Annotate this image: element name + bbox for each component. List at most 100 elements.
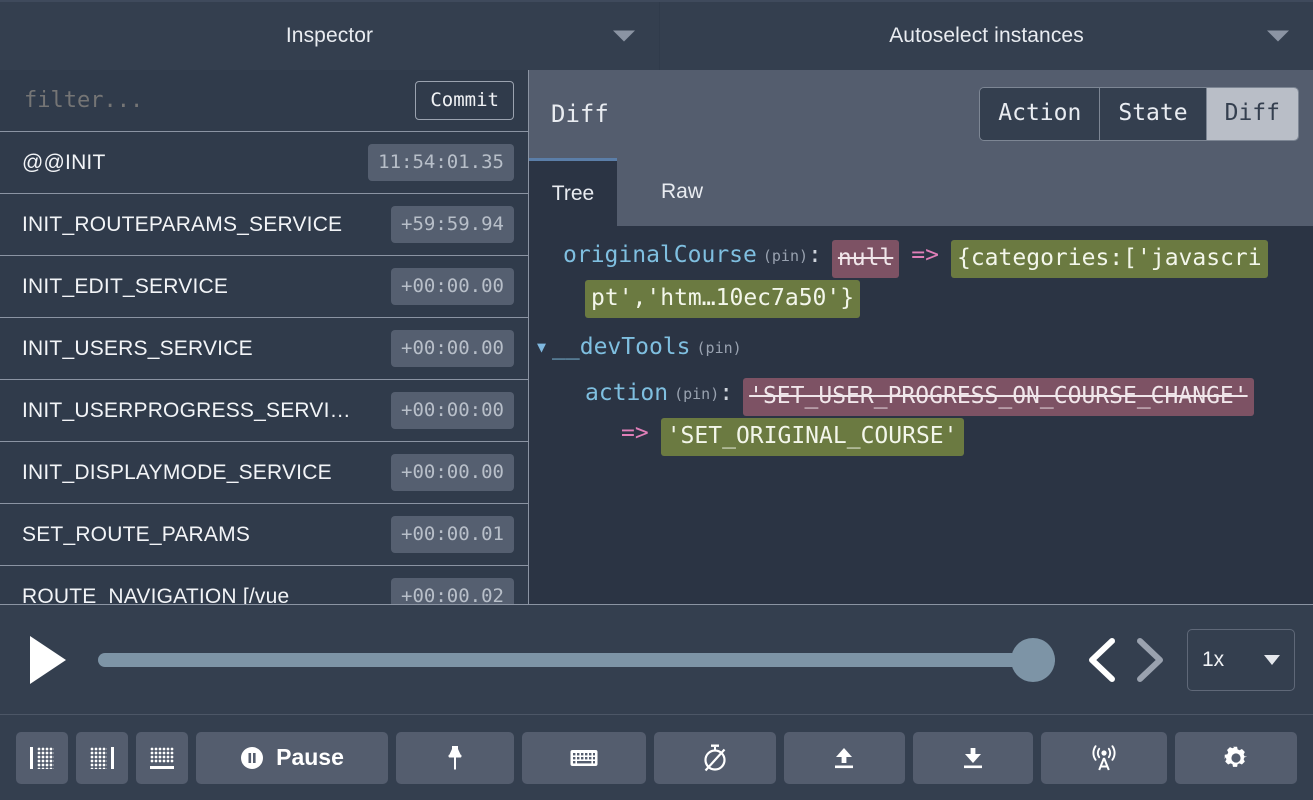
diff-row-original-course-wrap: pt','htm…10ec7a50'} xyxy=(537,280,1313,318)
devtools-window: Inspector Autoselect instances Commit @@… xyxy=(0,0,1313,800)
remote-button[interactable] xyxy=(1041,732,1167,784)
action-list-item[interactable]: INIT_EDIT_SERVICE+00:00.00 xyxy=(0,256,528,318)
pause-button[interactable]: Pause xyxy=(196,732,388,784)
play-icon[interactable] xyxy=(30,636,66,684)
action-timestamp: +00:00.00 xyxy=(391,454,514,491)
filter-input[interactable] xyxy=(14,88,415,113)
action-name: INIT_USERS_SERVICE xyxy=(22,337,253,361)
filter-row: Commit xyxy=(0,70,528,132)
diff-tree: originalCourse (pin) : null => {categori… xyxy=(529,226,1313,604)
diff-new-value-cont: pt','htm…10ec7a50'} xyxy=(585,280,860,318)
export-button[interactable] xyxy=(913,732,1033,784)
dispatch-timer-button[interactable] xyxy=(654,732,776,784)
action-name: SET_ROUTE_PARAMS xyxy=(22,523,250,547)
stopwatch-off-icon xyxy=(702,744,728,772)
diff-row-original-course: originalCourse (pin) : null => {categori… xyxy=(537,240,1313,278)
action-list-item[interactable]: ROUTE_NAVIGATION [/vue +00:00.02 xyxy=(0,566,528,604)
pause-circle-icon xyxy=(240,746,264,770)
monitor-tab-action[interactable]: Action xyxy=(980,88,1100,140)
pin-label: (pin) xyxy=(674,378,719,410)
import-button[interactable] xyxy=(784,732,904,784)
dock-bottom-button[interactable] xyxy=(136,732,188,784)
dock-right-button[interactable] xyxy=(76,732,128,784)
chevron-left-icon[interactable] xyxy=(1079,629,1125,691)
speed-select[interactable]: 1x xyxy=(1187,629,1295,691)
action-timestamp: +00:00.00 xyxy=(391,268,514,305)
chevron-down-icon xyxy=(1264,655,1280,665)
gear-icon xyxy=(1223,745,1249,771)
dock-left-icon xyxy=(30,747,54,769)
instances-selector[interactable]: Autoselect instances xyxy=(660,2,1313,70)
monitor-tab-diff[interactable]: Diff xyxy=(1207,88,1298,140)
main-content: Commit @@INIT 11:54:01.35 INIT_ROUTEPARAMS… xyxy=(0,70,1313,604)
tab-raw[interactable]: Raw xyxy=(617,158,747,226)
instances-title: Autoselect instances xyxy=(889,24,1084,48)
monitor-pane: Diff ActionStateDiff Tree Raw originalCo… xyxy=(529,70,1313,604)
monitor-title: Diff xyxy=(551,100,609,128)
top-header: Inspector Autoselect instances xyxy=(0,0,1313,70)
tab-tree-label: Tree xyxy=(552,182,594,206)
settings-button[interactable] xyxy=(1175,732,1297,784)
diff-arrow: => xyxy=(621,418,649,448)
diff-old-value: null xyxy=(832,240,899,278)
diff-row-action-wrap: => 'SET_ORIGINAL_COURSE' xyxy=(537,418,1313,456)
action-name: INIT_USERPROGRESS_SERVI… xyxy=(22,399,351,423)
diff-arrow: => xyxy=(911,240,939,270)
action-timestamp: +00:00.02 xyxy=(391,578,514,604)
action-name: INIT_ROUTEPARAMS_SERVICE xyxy=(22,213,342,237)
diff-new-value: {categories:['javascri xyxy=(951,240,1268,278)
pin-label: (pin) xyxy=(763,240,808,272)
action-list-item[interactable]: INIT_DISPLAYMODE_SERVICE+00:00.00 xyxy=(0,442,528,504)
broadcast-icon xyxy=(1089,744,1119,772)
playback-bar: 1x xyxy=(0,604,1313,714)
action-list-item[interactable]: INIT_ROUTEPARAMS_SERVICE +59:59.94 xyxy=(0,194,528,256)
tab-raw-label: Raw xyxy=(661,180,703,204)
chevron-down-icon[interactable]: ▼ xyxy=(537,332,546,362)
action-timestamp: +59:59.94 xyxy=(391,206,514,243)
action-name: ROUTE_NAVIGATION [/vue xyxy=(22,585,289,605)
slider-thumb[interactable] xyxy=(1011,638,1055,682)
colon: : xyxy=(719,378,733,408)
dock-left-button[interactable] xyxy=(16,732,68,784)
spacer xyxy=(537,320,1313,332)
dock-bottom-icon xyxy=(150,747,174,769)
action-list-pane: Commit @@INIT 11:54:01.35 INIT_ROUTEPARAMS… xyxy=(0,70,529,604)
spacer xyxy=(537,366,1313,378)
action-timestamp: +00:00.00 xyxy=(391,330,514,367)
action-timestamp: +00:00.01 xyxy=(391,516,514,553)
action-list-item[interactable]: @@INIT 11:54:01.35 xyxy=(0,132,528,194)
monitor-tab-state[interactable]: State xyxy=(1100,88,1206,140)
chevron-down-icon[interactable] xyxy=(1267,31,1289,42)
commit-button[interactable]: Commit xyxy=(415,81,514,120)
pin-icon xyxy=(444,745,466,771)
diff-key: originalCourse xyxy=(563,240,757,270)
bottom-toolbar: Pause xyxy=(0,714,1313,800)
tab-tree[interactable]: Tree xyxy=(529,158,617,226)
action-timestamp: 11:54:01.35 xyxy=(368,144,514,181)
upload-icon xyxy=(832,746,856,770)
action-list[interactable]: @@INIT 11:54:01.35 INIT_ROUTEPARAMS_SERVIC… xyxy=(0,132,528,604)
timeline-slider[interactable] xyxy=(98,647,1055,673)
chevron-down-icon[interactable] xyxy=(613,31,635,42)
speed-label: 1x xyxy=(1202,648,1224,672)
subtab-filler xyxy=(747,158,1313,226)
subtab-bar: Tree Raw xyxy=(529,158,1313,226)
chevron-right-icon[interactable] xyxy=(1125,629,1171,691)
inspector-title: Inspector xyxy=(286,24,373,48)
monitor-header: Diff ActionStateDiff xyxy=(529,70,1313,158)
colon: : xyxy=(808,240,822,270)
action-list-item[interactable]: INIT_USERPROGRESS_SERVI… +00:00:00 xyxy=(0,380,528,442)
dock-right-icon xyxy=(90,747,114,769)
pin-button[interactable] xyxy=(396,732,514,784)
action-list-item[interactable]: SET_ROUTE_PARAMS +00:00.01 xyxy=(0,504,528,566)
action-timestamp: +00:00:00 xyxy=(391,392,514,429)
inspector-selector[interactable]: Inspector xyxy=(0,2,660,70)
keyboard-button[interactable] xyxy=(522,732,646,784)
diff-row-devtools[interactable]: ▼ __devTools (pin) xyxy=(537,332,1313,364)
slider-track xyxy=(98,653,1055,667)
diff-key: __devTools xyxy=(552,332,690,362)
pause-label: Pause xyxy=(276,744,344,771)
action-list-item[interactable]: INIT_USERS_SERVICE +00:00.00 xyxy=(0,318,528,380)
download-icon xyxy=(961,746,985,770)
action-name: @@INIT xyxy=(22,151,106,175)
